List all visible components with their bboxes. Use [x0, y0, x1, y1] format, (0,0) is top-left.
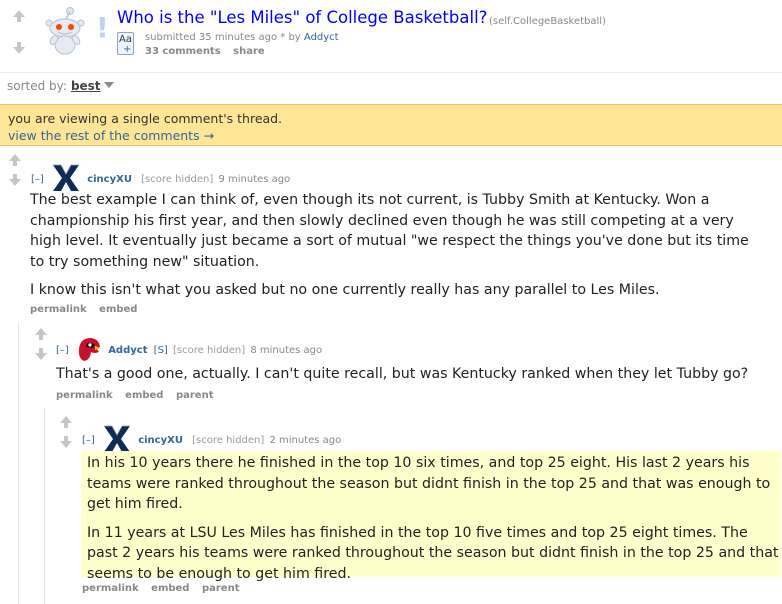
comment-paragraph: I know this isn't what you asked but no … — [30, 282, 660, 298]
self-post-mark-icon: ! — [96, 11, 109, 44]
permalink-button[interactable]: permalink — [30, 304, 87, 315]
notice-text: you are viewing a single comment's threa… — [8, 111, 283, 126]
comment-buttons: permalink embed parent — [56, 390, 222, 401]
downvote-stem — [17, 42, 21, 47]
comment-paragraph: The best example I can think of, even th… — [30, 192, 749, 270]
expando-button[interactable]: Aa + — [117, 32, 134, 55]
comment-author-link[interactable]: Addyct — [108, 345, 147, 356]
comments-link[interactable]: 33 comments — [145, 46, 221, 57]
downvote-icon[interactable] — [13, 47, 25, 54]
xavier-x-icon — [51, 163, 81, 193]
louisville-cardinal-icon — [76, 335, 102, 363]
upvote-stem — [13, 161, 17, 166]
sort-dropdown[interactable]: best — [71, 79, 101, 93]
header-divider — [0, 72, 782, 73]
upvote-icon[interactable] — [9, 154, 21, 161]
parent-button[interactable]: parent — [176, 390, 214, 401]
comment-vote-arrows — [8, 154, 22, 186]
collapse-toggle[interactable]: [–] — [56, 345, 69, 356]
upvote-stem — [39, 335, 43, 340]
parent-button[interactable]: parent — [202, 583, 240, 594]
sort-menu: sorted by: best — [7, 79, 114, 93]
comment-paragraph: In his 10 years there he finished in the… — [87, 455, 771, 512]
comment-tagline: [–] cincyXU [score hidden] 2 minutes ago — [82, 424, 341, 454]
embed-button[interactable]: embed — [125, 390, 163, 401]
expando-plus-icon: + — [123, 44, 132, 55]
comment-vote-arrows — [34, 328, 48, 360]
thread-notice: you are viewing a single comment's threa… — [0, 104, 782, 146]
collapse-toggle[interactable]: [–] — [31, 174, 44, 185]
submitter-badge[interactable]: [S] — [154, 345, 168, 356]
upvote-stem — [64, 423, 68, 428]
downvote-icon[interactable] — [35, 353, 47, 360]
score-hidden: [score hidden] — [173, 345, 246, 356]
comment-paragraph: In 11 years at LSU Les Miles has finishe… — [87, 524, 779, 582]
score-hidden: [score hidden] — [141, 174, 214, 185]
nesting-line — [44, 408, 45, 604]
comment-body: The best example I can think of, even th… — [30, 190, 765, 309]
permalink-button[interactable]: permalink — [82, 583, 139, 594]
tagline-text: submitted 35 minutes ago * by — [145, 32, 304, 43]
comment-body: That's a good one, actually. I can't qui… — [56, 364, 771, 393]
xavier-x-icon — [102, 424, 132, 454]
embed-button[interactable]: embed — [151, 583, 189, 594]
comment-body-highlighted: In his 10 years there he finished in the… — [81, 451, 781, 582]
comment-paragraph: That's a good one, actually. I can't qui… — [56, 366, 749, 382]
comment-author-link[interactable]: cincyXU — [138, 435, 183, 446]
sort-label: sorted by: — [7, 79, 67, 93]
chevron-down-icon[interactable] — [103, 82, 114, 88]
comment-timestamp: 8 minutes ago — [250, 345, 323, 356]
comment-tagline: [–] Addyct [S] [score hidden] 8 minutes … — [56, 335, 322, 363]
post-author-link[interactable]: Addyct — [304, 32, 339, 43]
upvote-icon[interactable] — [35, 328, 47, 335]
post-vote-arrows — [11, 10, 27, 60]
downvote-icon[interactable] — [9, 179, 21, 186]
upvote-icon[interactable] — [13, 10, 25, 17]
downvote-stem — [64, 436, 68, 441]
view-rest-comments-link[interactable]: view the rest of the comments → — [8, 128, 214, 143]
post-title-link[interactable]: Who is the "Les Miles" of College Basket… — [117, 8, 487, 27]
comment-vote-arrows — [59, 416, 73, 448]
nesting-line — [18, 322, 19, 604]
upvote-stem — [17, 17, 21, 22]
comment-buttons: permalink embed parent — [82, 583, 248, 594]
embed-button[interactable]: embed — [99, 304, 137, 315]
share-button[interactable]: share — [233, 46, 265, 57]
comment-tagline: [–] cincyXU [score hidden] 9 minutes ago — [31, 163, 290, 193]
comment-author-link[interactable]: cincyXU — [87, 174, 132, 185]
downvote-stem — [13, 174, 17, 179]
score-hidden: [score hidden] — [192, 435, 265, 446]
post-buttons: 33 comments share — [145, 46, 274, 57]
collapse-toggle[interactable]: [–] — [82, 435, 95, 446]
downvote-stem — [39, 348, 43, 353]
comment-buttons: permalink embed — [30, 304, 146, 315]
downvote-icon[interactable] — [60, 441, 72, 448]
permalink-button[interactable]: permalink — [56, 390, 113, 401]
comment-timestamp: 2 minutes ago — [269, 435, 342, 446]
post-domain[interactable]: (self.CollegeBasketball) — [489, 16, 606, 27]
reddit-alien-thumbnail-icon[interactable] — [36, 6, 94, 56]
comment-timestamp: 9 minutes ago — [218, 174, 291, 185]
post-tagline: submitted 35 minutes ago * by Addyct — [145, 32, 339, 43]
upvote-icon[interactable] — [60, 416, 72, 423]
